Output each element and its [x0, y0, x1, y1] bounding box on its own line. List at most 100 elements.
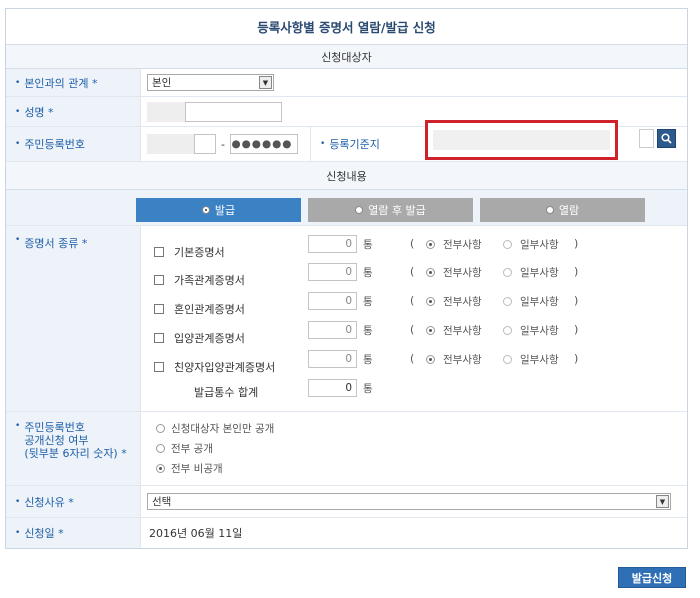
section-content-header: 신청내용	[6, 162, 687, 190]
disclosure-option-self[interactable]: 신청대상자 본인만 공개	[156, 421, 274, 436]
opt-partial[interactable]: 일부사항	[503, 323, 559, 338]
issue-type-tabs-row: 발급 열람 후 발급 열람	[6, 190, 687, 226]
application-form: 등록사항별 증명서 열람/발급 신청 신청대상자 • 본인과의 관계 * 본인 ▼…	[5, 8, 688, 549]
radio-icon	[426, 240, 435, 249]
radio-icon	[156, 424, 165, 433]
name-redacted	[147, 101, 185, 122]
search-icon	[661, 133, 672, 144]
radio-icon	[503, 326, 512, 335]
radio-icon	[426, 355, 435, 364]
cert-checkbox[interactable]	[154, 304, 164, 314]
reason-label: 신청사유 *	[24, 495, 74, 509]
tab-view[interactable]: 열람	[480, 198, 645, 222]
cert-qty-input[interactable]: 0	[308, 350, 357, 368]
cert-item: 친양자입양관계증명서	[154, 359, 275, 375]
disclosure-option-all[interactable]: 전부 공개	[156, 441, 213, 456]
reason-value: 선택	[152, 496, 172, 508]
disclosure-label-2: 공개신청 여부	[24, 434, 89, 447]
bullet-icon: •	[15, 77, 21, 88]
chevron-down-icon: ▼	[656, 495, 669, 508]
reason-row: • 신청사유 * 선택 ▼	[6, 486, 687, 518]
relation-select[interactable]: 본인 ▼	[147, 74, 274, 91]
section-applicant-header: 신청대상자	[6, 45, 687, 69]
opt-full[interactable]: 전부사항	[426, 294, 482, 309]
cert-qty-input[interactable]: 0	[308, 235, 357, 253]
cert-checkbox[interactable]	[154, 333, 164, 343]
base-address-redacted	[433, 130, 610, 150]
tab-view-then-issue[interactable]: 열람 후 발급	[308, 198, 473, 222]
radio-icon	[156, 444, 165, 453]
base-address-highlight	[425, 120, 618, 160]
cert-unit: 통	[363, 325, 373, 337]
opt-partial[interactable]: 일부사항	[503, 265, 559, 280]
rrn-row: • 주민등록번호 - ●●●●●● • 등록기준지	[6, 120, 687, 162]
cert-unit: 통	[363, 296, 373, 308]
cert-types-list: 기본증명서 0 통 ( 전부사항 일부사항 ) 가족관계증명서 0 통 ( 전부…	[141, 226, 687, 411]
cert-qty-input[interactable]: 0	[308, 321, 357, 339]
total-label: 발급통수 합계	[194, 386, 259, 399]
radio-icon	[503, 268, 512, 277]
radio-icon	[201, 206, 210, 214]
total-unit: 통	[363, 383, 373, 395]
disclosure-label-3: (뒷부분 6자리 숫자) *	[24, 447, 127, 460]
bullet-icon: •	[15, 106, 21, 117]
total-qty: 0	[308, 379, 357, 397]
opt-partial[interactable]: 일부사항	[503, 294, 559, 309]
radio-icon	[355, 206, 364, 214]
cert-types-row: • 증명서 종류 * 기본증명서 0 통 ( 전부사항 일부사항 ) 가족관계증명…	[6, 226, 687, 412]
rrn-separator: -	[221, 137, 225, 151]
page-title: 등록사항별 증명서 열람/발급 신청	[6, 9, 687, 45]
radio-icon	[426, 297, 435, 306]
bullet-icon: •	[15, 421, 21, 431]
bullet-icon: •	[15, 139, 21, 149]
cert-unit: 통	[363, 239, 373, 251]
radio-icon	[503, 297, 512, 306]
issue-type-tabs: 발급 열람 후 발급 열람	[136, 198, 645, 222]
cert-checkbox[interactable]	[154, 362, 164, 372]
submit-issue-button[interactable]: 발급신청	[618, 567, 686, 588]
radio-icon	[156, 464, 165, 473]
opt-partial[interactable]: 일부사항	[503, 237, 559, 252]
tab-issue[interactable]: 발급	[136, 198, 301, 222]
base-address-input[interactable]	[639, 129, 654, 148]
cert-qty-input[interactable]: 0	[308, 263, 357, 281]
reason-select[interactable]: 선택 ▼	[147, 493, 671, 510]
base-address-label: 등록기준지	[329, 138, 380, 151]
bullet-icon: •	[15, 235, 21, 245]
opt-full[interactable]: 전부사항	[426, 352, 482, 367]
disclosure-option-none[interactable]: 전부 비공개	[156, 461, 223, 476]
date-value: 2016년 06월 11일	[149, 527, 243, 540]
disclosure-row: • 주민등록번호 공개신청 여부 (뒷부분 6자리 숫자) * 신청대상자 본인…	[6, 412, 687, 486]
search-button[interactable]	[657, 129, 676, 148]
opt-full[interactable]: 전부사항	[426, 323, 482, 338]
rrn-front-input[interactable]	[194, 134, 216, 154]
date-row: • 신청일 * 2016년 06월 11일	[6, 518, 687, 548]
date-label: 신청일 *	[24, 527, 64, 540]
cert-types-label: 증명서 종류 *	[24, 237, 88, 250]
rrn-back-input[interactable]: ●●●●●●	[229, 134, 298, 154]
radio-icon	[503, 240, 512, 249]
cert-unit: 통	[363, 354, 373, 366]
chevron-down-icon: ▼	[259, 76, 272, 89]
rrn-label: 주민등록번호	[24, 138, 86, 151]
rrn-front-redacted	[147, 134, 194, 154]
cert-item: 혼인관계증명서	[154, 301, 245, 317]
relation-row: • 본인과의 관계 * 본인 ▼	[6, 69, 687, 97]
radio-icon	[545, 206, 554, 214]
relation-label: 본인과의 관계 *	[24, 76, 98, 90]
cert-checkbox[interactable]	[154, 247, 164, 257]
bullet-icon: •	[320, 139, 326, 149]
radio-icon	[426, 268, 435, 277]
opt-partial[interactable]: 일부사항	[503, 352, 559, 367]
name-input[interactable]	[185, 101, 282, 122]
cert-item: 입양관계증명서	[154, 330, 245, 346]
cert-item: 기본증명서	[154, 244, 225, 260]
bullet-icon: •	[15, 496, 21, 507]
bullet-icon: •	[15, 528, 21, 538]
opt-full[interactable]: 전부사항	[426, 237, 482, 252]
radio-icon	[426, 326, 435, 335]
cert-qty-input[interactable]: 0	[308, 292, 357, 310]
relation-value: 본인	[152, 77, 172, 89]
cert-checkbox[interactable]	[154, 275, 164, 285]
opt-full[interactable]: 전부사항	[426, 265, 482, 280]
